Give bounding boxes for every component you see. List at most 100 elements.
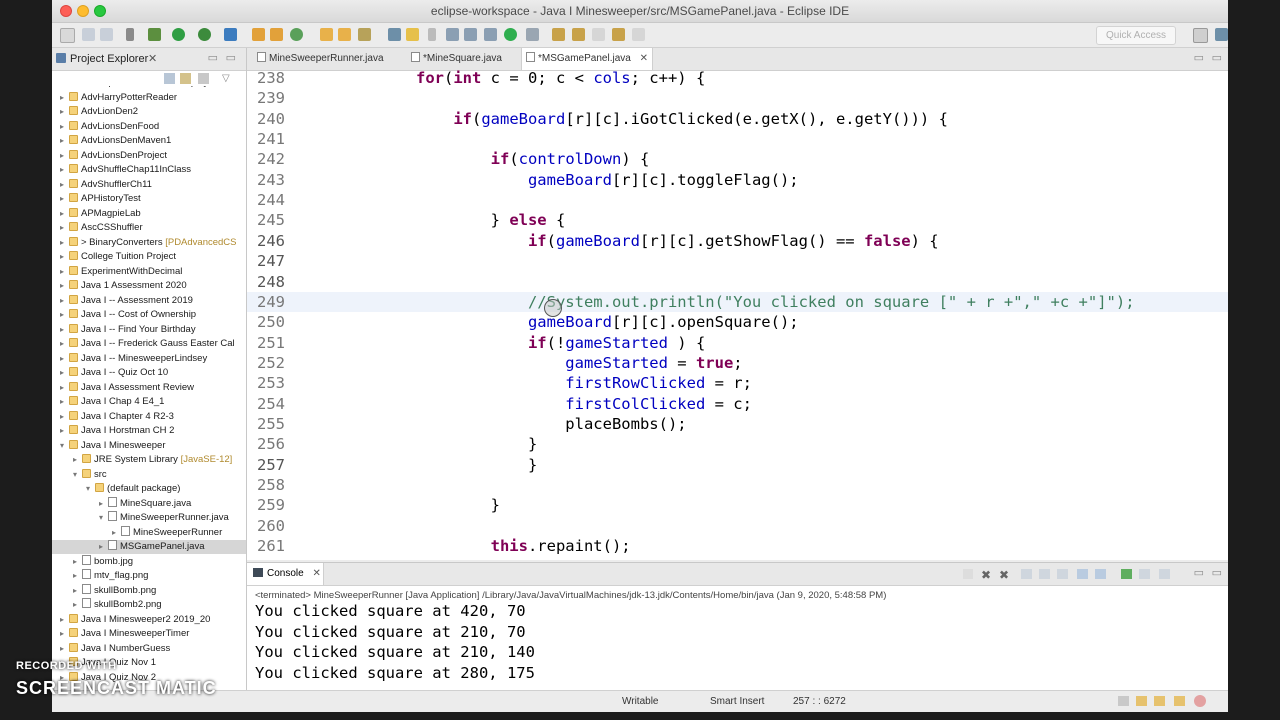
chevron-right-icon[interactable]: ▸ [60,105,68,119]
code-line[interactable]: 246 if(gameBoard[r][c].getShowFlag() == … [247,231,1228,251]
code-line[interactable]: 249 //System.out.println("You clicked on… [247,291,1228,312]
tree-item[interactable]: ▸ MSGamePanel.java [52,540,246,554]
code-line[interactable]: 244 [247,190,1228,210]
new-icon[interactable] [60,28,75,43]
chevron-right-icon[interactable]: ▸ [73,453,81,467]
tree-item[interactable]: ▾ (default package) [52,482,246,496]
highlight-icon[interactable] [406,28,419,41]
code-line[interactable]: 258 [247,475,1228,495]
show-stdout-icon[interactable] [1077,569,1088,579]
chevron-right-icon[interactable]: ▸ [60,352,68,366]
chevron-right-icon[interactable]: ▸ [60,308,68,322]
tree-item[interactable]: ▸ MineSquare.java [52,496,246,511]
chevron-right-icon[interactable]: ▸ [60,279,68,293]
tip-icon[interactable] [1154,696,1165,706]
chevron-right-icon[interactable]: ▸ [73,584,81,598]
tree-item[interactable]: ▾ Java I Minesweeper [52,439,246,453]
tree-item[interactable]: ▸ AdvHarryPotterReader [52,91,246,105]
tree-item[interactable]: ▸ Java I -- MinesweeperLindsey [52,352,246,366]
tree-item[interactable]: ▸ Java I MinesweeperTimer [52,627,246,641]
chevron-right-icon[interactable]: ▸ [60,613,68,627]
tab-console[interactable]: Console ✕ [247,563,324,585]
chevron-down-icon[interactable]: ▾ [73,468,81,482]
tree-item[interactable]: ▸ APMagpieLab [52,207,246,221]
help-icon[interactable] [1194,695,1206,707]
notifications-icon[interactable] [1136,696,1147,706]
tree-item[interactable]: ▸ AdvLionsDenFood [52,120,246,134]
previous-annotation-icon[interactable] [464,28,477,41]
chevron-right-icon[interactable]: ▸ [60,91,68,105]
navigate-forward-icon[interactable] [632,28,645,41]
tab-minesweeperrunner[interactable]: MineSweeperRunner.java [253,48,401,70]
last-edit-icon[interactable] [484,28,497,41]
tree-item[interactable]: ▸ bomb.jpg [52,554,246,569]
tree-item[interactable]: ▾ MineSweeperRunner.java [52,511,246,525]
chevron-right-icon[interactable]: ▸ [60,192,68,206]
pilcrow-icon[interactable] [428,28,436,41]
tree-item[interactable]: ▾ src [52,468,246,482]
code-line[interactable]: 243 gameBoard[r][c].toggleFlag(); [247,170,1228,190]
tree-item[interactable]: ▸ > BinaryConverters [PDAdvancedCS [52,236,246,250]
code-line[interactable]: 250 gameBoard[r][c].openSquare(); [247,312,1228,332]
tab-msgamepanel[interactable]: *MSGamePanel.java ✕ [521,48,653,70]
save-all-icon[interactable] [100,28,113,41]
minimize-icon[interactable]: ▭ [1194,51,1204,64]
run-icon[interactable] [172,28,185,41]
tree-item[interactable]: ▸ Java I -- Frederick Gauss Easter Cal [52,337,246,351]
scroll-lock-icon[interactable] [1039,569,1050,579]
tab-minesquare[interactable]: *MineSquare.java [407,48,517,70]
terminate-icon[interactable] [963,569,973,579]
code-line[interactable]: 259 } [247,495,1228,515]
tree-item[interactable]: ▸ Java I -- Assessment 2019 [52,294,246,308]
navigate-back-icon[interactable] [612,28,625,41]
code-line[interactable]: 253 firstRowClicked = r; [247,373,1228,393]
word-wrap-icon[interactable] [1057,569,1068,579]
display-console-icon[interactable] [1139,569,1150,579]
link-with-editor-icon[interactable] [180,73,191,84]
code-line[interactable]: 254 firstColClicked = c; [247,394,1228,414]
pin-icon[interactable] [526,28,539,41]
tree-item[interactable]: ▸ AdvShufflerCh11 [52,178,246,192]
chevron-right-icon[interactable]: ▸ [99,497,107,511]
chevron-down-icon[interactable]: ▾ [99,511,107,525]
history-icon[interactable] [592,28,605,41]
tree-item[interactable]: ▸ APHistoryTest [52,192,246,206]
chevron-down-icon[interactable]: ▾ [60,439,68,453]
chevron-right-icon[interactable]: ▸ [60,236,68,250]
open-type-icon[interactable] [320,28,333,41]
debug-icon[interactable] [148,28,161,41]
tree-item[interactable]: ▸ Java I Chap 4 E4_1 [52,395,246,409]
maximize-icon[interactable]: ▭ [1212,51,1222,64]
filter-icon[interactable] [198,73,209,84]
save-icon[interactable] [82,28,95,41]
chevron-right-icon[interactable]: ▸ [60,120,68,134]
java-perspective-icon[interactable] [1215,28,1228,41]
close-tab-icon[interactable]: ✕ [640,53,648,64]
code-line[interactable]: 252 gameStarted = true; [247,353,1228,373]
quick-access-input[interactable]: Quick Access [1096,26,1176,45]
open-task-icon[interactable] [338,28,351,41]
chevron-right-icon[interactable]: ▸ [60,134,68,148]
remove-launch-icon[interactable]: ✖ [981,568,991,582]
chevron-right-icon[interactable]: ▸ [60,294,68,308]
back-icon[interactable] [552,28,565,41]
code-line[interactable]: 256 } [247,434,1228,454]
chevron-right-icon[interactable]: ▸ [99,540,107,554]
next-annotation-icon[interactable] [446,28,459,41]
show-stderr-icon[interactable] [1095,569,1106,579]
new-java-project-icon[interactable] [252,28,265,41]
tree-item[interactable]: ▸ JRE System Library [JavaSE-12] [52,453,246,467]
chevron-right-icon[interactable]: ▸ [60,221,68,235]
chevron-right-icon[interactable]: ▸ [112,526,120,540]
chevron-right-icon[interactable]: ▸ [60,424,68,438]
code-line[interactable]: 242 if(controlDown) { [247,149,1228,169]
code-line[interactable]: 255 placeBombs(); [247,414,1228,434]
chevron-right-icon[interactable]: ▸ [60,395,68,409]
tree-item[interactable]: ▸ Java I NumberGuess [52,642,246,656]
console-output[interactable]: You clicked square at 420, 70 You clicke… [255,601,535,683]
tree-item[interactable]: ▸ skullBomb2.png [52,598,246,612]
chevron-right-icon[interactable]: ▸ [73,569,81,583]
chevron-right-icon[interactable]: ▸ [60,265,68,279]
progress-icon[interactable] [1118,696,1129,706]
code-line[interactable]: 257 } [247,455,1228,475]
